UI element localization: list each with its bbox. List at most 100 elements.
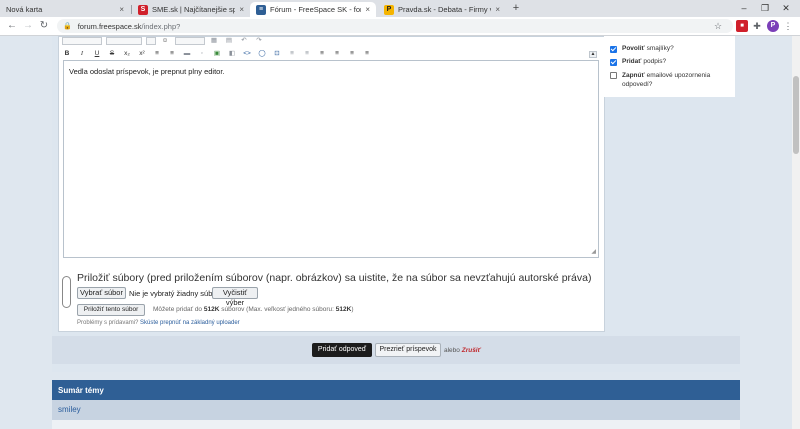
tab-title: Nová karta [6, 5, 43, 14]
editor-toolbar-row-1: ☺ ▦ ▤ ↶ ↷ [62, 36, 269, 45]
collapse-toolbar-icon[interactable]: ▲ [589, 51, 597, 58]
color-select[interactable] [146, 36, 156, 45]
message-text: Vedla odoslat príspevok, je prepnut plny… [69, 67, 225, 76]
upload-limits-info: Môžete pridať do 512K súborov (Max. veľk… [153, 306, 354, 313]
close-icon[interactable]: × [495, 5, 500, 14]
redo-icon[interactable]: ↷ [254, 37, 264, 45]
scrollbar-thumb[interactable] [793, 76, 799, 154]
lock-icon: 🔒 [63, 23, 72, 30]
upload-single-limit: 512K [335, 306, 352, 313]
no-file-label: Nie je vybratý žiadny súbor [129, 289, 220, 298]
post-options-panel: Povoliť smajlíky? Pridať podpis? Zapnúť ema… [604, 36, 735, 97]
submit-reply-button[interactable]: Pridať odpoveď [312, 343, 372, 357]
editor-toolbar-row-2: B I U S x₂ x² ≡ ≡ ▬ ◦ ▣ ◧ <> ◯ ⊡ ≡ ≡ ≡ ≡… [62, 49, 377, 58]
tab-title: Fórum - FreeSpace SK - forum.fre [270, 5, 361, 14]
undo-icon[interactable]: ↶ [239, 37, 249, 45]
outdent-icon[interactable]: ≡ [302, 50, 312, 58]
pravda-favicon-icon: P [384, 4, 394, 15]
or-cancel-text: alebo Zrušiť [444, 347, 481, 354]
font-select[interactable] [62, 36, 102, 45]
address-bar[interactable]: 🔒 forum.freespace.sk/index.php? [57, 19, 733, 33]
bold-icon[interactable]: B [62, 50, 72, 58]
menu-icon[interactable]: ⋮ [782, 20, 794, 32]
tab-title: SME.sk | Najčítanejšie správy na S [152, 5, 236, 14]
tab-new-tab[interactable]: Nová karta × [0, 2, 130, 17]
option-label: Povoliť smajlíky? [622, 45, 674, 52]
forum-favicon-icon: ≡ [256, 4, 266, 15]
option-add-signature[interactable]: Pridať podpis? [610, 58, 666, 66]
link-icon[interactable]: ◦ [197, 50, 207, 58]
underline-icon[interactable]: U [92, 50, 102, 58]
superscript-icon[interactable]: x² [137, 50, 147, 58]
option-email-notify[interactable]: Zapnúť emailové upozornenia odpovedí? [610, 71, 728, 89]
align-left-icon[interactable]: ≡ [317, 50, 327, 58]
subscript-icon[interactable]: x₂ [122, 50, 132, 58]
new-tab-button[interactable]: + [510, 2, 522, 14]
insert-media-select[interactable] [175, 36, 205, 45]
option-label: Zapnúť emailové upozornenia odpovedí? [622, 72, 711, 88]
message-textarea[interactable]: Vedla odoslat príspevok, je prepnut plny… [63, 60, 599, 258]
cancel-link[interactable]: Zrušiť [462, 347, 481, 354]
close-icon[interactable]: × [365, 5, 370, 14]
avatar[interactable]: P [767, 20, 779, 32]
checkbox-checked[interactable] [610, 59, 617, 66]
smiley-icon[interactable]: ☺ [160, 37, 170, 45]
extension-icon[interactable]: ■ [736, 20, 748, 32]
maximize-button[interactable]: ❐ [757, 1, 773, 15]
resize-handle-icon[interactable]: ◢ [591, 248, 596, 255]
paste-icon[interactable]: ▤ [224, 37, 234, 45]
horizontal-rule-icon[interactable]: ▬ [182, 50, 192, 58]
attach-icon[interactable]: ◧ [227, 50, 237, 58]
topic-summary-body [52, 420, 740, 429]
attachments-title: Priložiť súbory (pred priložením súborov… [77, 272, 592, 284]
close-window-button[interactable]: ✕ [778, 1, 794, 15]
quote-icon[interactable]: ◯ [257, 50, 267, 58]
choose-file-button[interactable]: Vybrať súbor [77, 287, 126, 299]
strikethrough-icon[interactable]: S [107, 50, 117, 58]
topic-summary-row [52, 400, 740, 420]
page-scrollbar[interactable] [792, 36, 800, 429]
attach-this-file-button[interactable]: Priložiť tento súbor [77, 304, 145, 316]
forward-arrow-icon[interactable]: → [22, 20, 34, 32]
align-right-icon[interactable]: ≡ [347, 50, 357, 58]
table-icon[interactable]: ▦ [209, 37, 219, 45]
unordered-list-icon[interactable]: ≡ [167, 50, 177, 58]
topic-summary-author[interactable]: smiley [58, 405, 81, 414]
page-content: ☺ ▦ ▤ ↶ ↷ B I U S x₂ x² ≡ ≡ ▬ ◦ ▣ ◧ <> ◯… [0, 36, 792, 429]
puzzle-icon[interactable]: ✚ [751, 20, 763, 32]
media-icon[interactable]: ⊡ [272, 50, 282, 58]
image-icon[interactable]: ▣ [212, 50, 222, 58]
upload-info-suffix: ) [351, 306, 354, 313]
option-label: Pridať podpis? [622, 58, 667, 65]
close-icon[interactable]: × [239, 5, 244, 14]
back-arrow-icon[interactable]: ← [6, 20, 18, 32]
align-center-icon[interactable]: ≡ [332, 50, 342, 58]
italic-icon[interactable]: I [77, 50, 87, 58]
reload-icon[interactable]: ↻ [38, 20, 50, 32]
topic-summary-header [52, 380, 740, 400]
close-icon[interactable]: × [119, 5, 124, 14]
url-path: /index.php? [141, 21, 181, 31]
clear-selection-button[interactable]: Vyčistiť výber [212, 287, 258, 307]
tab-pravda[interactable]: P Pravda.sk - Debata - Firmy vyzýva × [378, 2, 506, 17]
star-icon[interactable]: ☆ [712, 20, 724, 32]
size-select[interactable] [106, 36, 142, 45]
tab-sme[interactable]: S SME.sk | Najčítanejšie správy na S × [132, 2, 250, 17]
upload-trouble-note: Problémy s prídavami? Skúste prepnúť na … [77, 320, 240, 326]
basic-uploader-link[interactable]: Skúste prepnúť na základný uploader [140, 320, 240, 326]
indent-icon[interactable]: ≡ [287, 50, 297, 58]
ordered-list-icon[interactable]: ≡ [152, 50, 162, 58]
upload-total-limit: 512K [203, 306, 220, 313]
upload-info-middle: súborov (Max. veľkosť jedného súboru: [221, 306, 334, 313]
tab-strip: Nová karta × S SME.sk | Najčítanejšie sp… [0, 0, 800, 17]
minimize-button[interactable]: – [736, 1, 752, 15]
browser-toolbar: ← → ↻ 🔒 forum.freespace.sk/index.php? ☆ … [0, 17, 800, 36]
paperclip-icon [62, 276, 71, 308]
tab-forum[interactable]: ≡ Fórum - FreeSpace SK - forum.fre × [250, 2, 376, 17]
preview-post-button[interactable]: Prezrieť príspevok [375, 343, 441, 357]
align-justify-icon[interactable]: ≡ [362, 50, 372, 58]
code-icon[interactable]: <> [242, 50, 252, 58]
option-enable-smileys[interactable]: Povoliť smajlíky? [610, 45, 674, 53]
checkbox-unchecked[interactable] [610, 72, 617, 79]
checkbox-checked[interactable] [610, 46, 617, 53]
